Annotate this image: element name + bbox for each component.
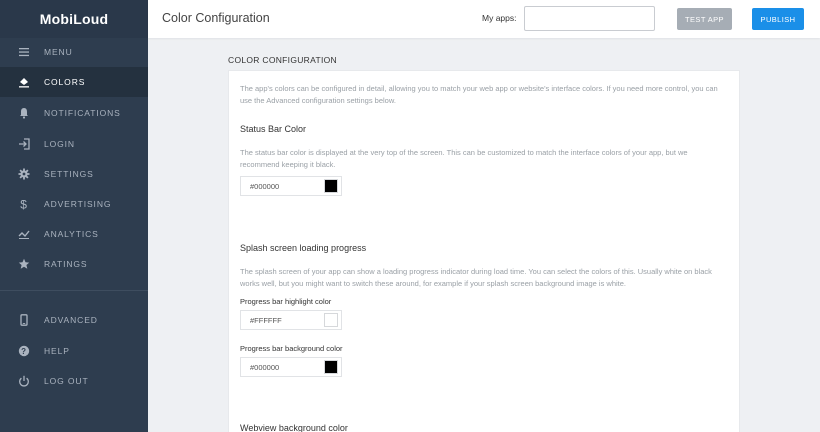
bell-icon: [18, 107, 30, 119]
question-icon: ?: [18, 345, 30, 357]
background-color-field[interactable]: #000000: [240, 357, 342, 377]
splash-progress-title: Splash screen loading progress: [240, 243, 367, 253]
status-bar-color-field[interactable]: #000000: [240, 176, 342, 196]
highlight-color-swatch[interactable]: [324, 313, 338, 327]
page-title: Color Configuration: [162, 11, 270, 25]
sidebar-item-label: MENU: [44, 47, 73, 57]
power-icon: [18, 375, 30, 387]
sidebar-item-advertising[interactable]: $ ADVERTISING: [0, 189, 148, 219]
background-color-label: Progress bar background color: [240, 344, 343, 353]
sidebar-item-settings[interactable]: SETTINGS: [0, 159, 148, 189]
sidebar-item-label: NOTIFICATIONS: [44, 108, 121, 118]
intro-text: The app's colors can be configured in de…: [240, 84, 718, 105]
status-bar-color-swatch[interactable]: [324, 179, 338, 193]
webview-bg-title: Webview background color: [240, 423, 348, 432]
hamburger-icon: [18, 46, 30, 58]
sidebar-item-menu[interactable]: MENU: [0, 37, 148, 67]
dollar-icon: $: [18, 198, 30, 210]
sidebar-item-label: ADVERTISING: [44, 199, 112, 209]
sidebar-item-label: LOGIN: [44, 139, 75, 149]
mobile-icon: [18, 314, 30, 326]
sidebar-item-label: LOG OUT: [44, 376, 89, 386]
sidebar: MobiLoud MENU COLORS NOTIFICATIONS LOGIN…: [0, 0, 148, 432]
test-app-button[interactable]: TEST APP: [677, 8, 732, 30]
sidebar-item-analytics[interactable]: ANALYTICS: [0, 219, 148, 249]
highlight-color-field[interactable]: #FFFFFF: [240, 310, 342, 330]
status-bar-color-value[interactable]: #000000: [241, 182, 324, 191]
section-title: COLOR CONFIGURATION: [228, 55, 337, 65]
sidebar-item-label: ADVANCED: [44, 315, 98, 325]
sign-in-icon: [18, 138, 30, 150]
sidebar-item-notifications[interactable]: NOTIFICATIONS: [0, 98, 148, 128]
status-bar-title: Status Bar Color: [240, 124, 307, 134]
svg-text:?: ?: [21, 347, 27, 356]
color-config-card: The app's colors can be configured in de…: [228, 70, 740, 432]
background-color-swatch[interactable]: [324, 360, 338, 374]
status-bar-description: The status bar color is displayed at the…: [240, 148, 688, 169]
gear-icon: [18, 168, 30, 180]
my-apps-label: My apps:: [482, 13, 517, 23]
sidebar-item-login[interactable]: LOGIN: [0, 129, 148, 159]
sidebar-item-label: SETTINGS: [44, 169, 94, 179]
highlight-color-label: Progress bar highlight color: [240, 297, 332, 306]
sidebar-item-logout[interactable]: LOG OUT: [0, 366, 148, 396]
sidebar-item-ratings[interactable]: RATINGS: [0, 249, 148, 279]
sidebar-divider: [0, 290, 148, 291]
top-bar: Color Configuration My apps: TEST APP PU…: [148, 0, 820, 38]
paint-bucket-icon: [18, 76, 30, 88]
analytics-icon: [18, 228, 30, 240]
sidebar-item-label: RATINGS: [44, 259, 88, 269]
sidebar-item-label: HELP: [44, 346, 70, 356]
sidebar-item-advanced[interactable]: ADVANCED: [0, 305, 148, 335]
sidebar-item-help[interactable]: ? HELP: [0, 336, 148, 366]
sidebar-item-label: COLORS: [44, 77, 86, 87]
brand-logo[interactable]: MobiLoud: [0, 0, 148, 38]
publish-button[interactable]: PUBLISH: [752, 8, 804, 30]
my-apps-input[interactable]: [524, 6, 655, 31]
star-icon: [18, 258, 30, 270]
highlight-color-value[interactable]: #FFFFFF: [241, 316, 324, 325]
sidebar-item-colors[interactable]: COLORS: [0, 67, 148, 97]
background-color-value[interactable]: #000000: [241, 363, 324, 372]
splash-progress-description: The splash screen of your app can show a…: [240, 267, 712, 288]
sidebar-item-label: ANALYTICS: [44, 229, 99, 239]
svg-text:$: $: [20, 198, 28, 210]
